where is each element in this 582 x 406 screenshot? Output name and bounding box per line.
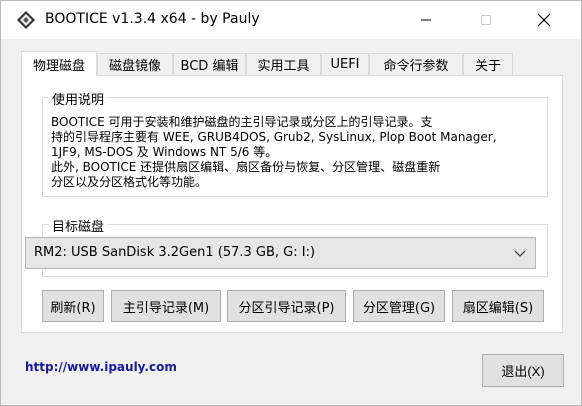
usage-line: 持的引导程序主要有 WEE, GRUB4DOS, Grub2, SysLinux…	[51, 130, 497, 144]
minimize-button[interactable]	[403, 1, 449, 39]
tab-disk-image[interactable]: 磁盘镜像	[97, 53, 173, 75]
minimize-icon	[421, 19, 431, 21]
window-title: BOOTICE v1.3.4 x64 - by Pauly	[45, 11, 260, 27]
pbr-button[interactable]: 分区引导记录(P)	[227, 290, 346, 322]
usage-line: 1JF9, MS-DOS 及 Windows NT 5/6 等。	[51, 145, 278, 159]
bootice-window: BOOTICE v1.3.4 x64 - by Pauly 物理磁盘 磁盘镜像 …	[0, 0, 582, 406]
target-disk-title: 目标磁盘	[49, 216, 108, 235]
sector-edit-button[interactable]: 扇区编辑(S)	[452, 290, 544, 322]
usage-line: BOOTICE 可用于安装和维护磁盘的主引导记录或分区上的引导记录。支	[51, 115, 433, 129]
mbr-button[interactable]: 主引导记录(M)	[111, 290, 221, 322]
tab-uefi[interactable]: UEFI	[321, 53, 369, 75]
tab-bcd-edit[interactable]: BCD 编辑	[173, 53, 246, 75]
exit-button[interactable]: 退出(X)	[482, 354, 564, 387]
tab-strip: 物理磁盘 磁盘镜像 BCD 编辑 实用工具 UEFI 命令行参数 关于	[21, 51, 521, 76]
partition-manage-button[interactable]: 分区管理(G)	[353, 290, 445, 322]
target-disk-value: RM2: USB SanDisk 3.2Gen1 (57.3 GB, G: I:…	[34, 245, 316, 260]
tab-about[interactable]: 关于	[463, 53, 513, 75]
homepage-link[interactable]: http://www.ipauly.com	[25, 360, 177, 374]
bootice-app-icon	[17, 11, 35, 29]
usage-line: 分区以及分区格式化等功能。	[51, 175, 208, 189]
tab-command-line[interactable]: 命令行参数	[369, 53, 463, 75]
chevron-down-icon	[514, 250, 526, 257]
usage-groupbox: 使用说明 BOOTICE 可用于安装和维护磁盘的主引导记录或分区上的引导记录。支…	[42, 89, 548, 197]
close-button[interactable]	[521, 1, 567, 39]
refresh-button[interactable]: 刷新(R)	[42, 290, 104, 322]
usage-title: 使用说明	[49, 89, 108, 108]
title-bar: BOOTICE v1.3.4 x64 - by Pauly	[1, 1, 581, 39]
target-disk-select[interactable]: RM2: USB SanDisk 3.2Gen1 (57.3 GB, G: I:…	[25, 237, 536, 269]
maximize-button[interactable]	[463, 1, 509, 39]
maximize-icon	[481, 15, 491, 25]
tab-physical-disk[interactable]: 物理磁盘	[21, 51, 97, 76]
usage-line: 此外, BOOTICE 还提供扇区编辑、扇区备份与恢复、分区管理、磁盘重新	[51, 160, 441, 174]
usage-description: BOOTICE 可用于安装和维护磁盘的主引导记录或分区上的引导记录。支 持的引导…	[51, 115, 533, 190]
close-icon	[537, 13, 551, 27]
tab-utilities[interactable]: 实用工具	[246, 53, 321, 75]
